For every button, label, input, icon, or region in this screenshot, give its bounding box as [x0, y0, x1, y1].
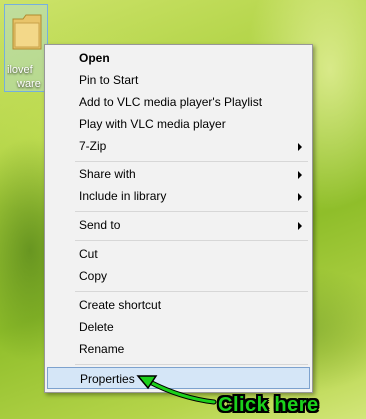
- annotation-arrow-icon: [136, 375, 217, 405]
- click-here-callout: Click here: [218, 394, 319, 416]
